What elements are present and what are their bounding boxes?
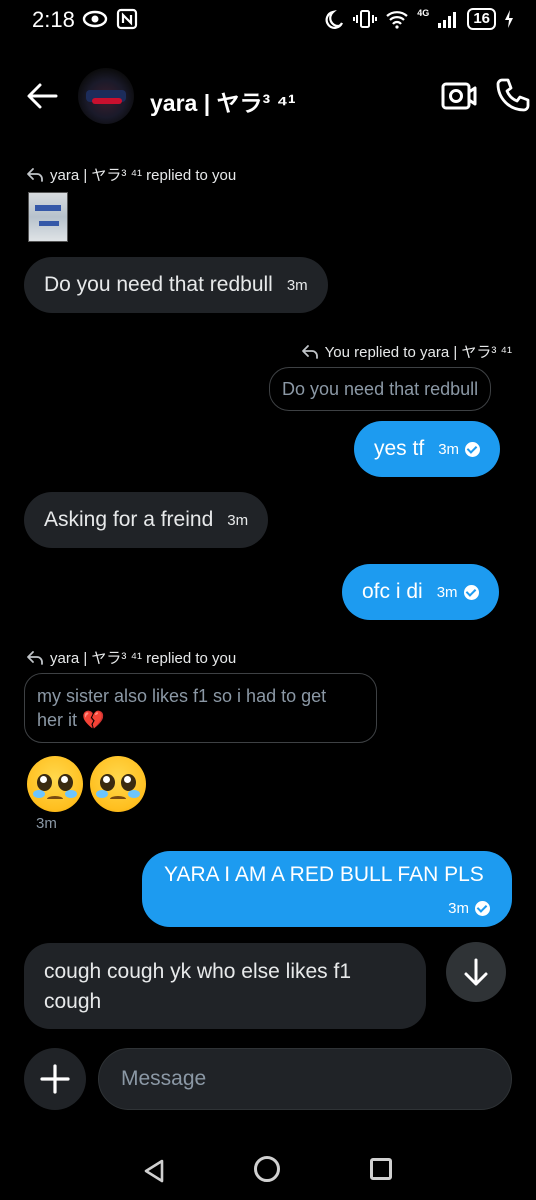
message-bubble-outgoing[interactable]: YARA I AM A RED BULL FAN PLS 3m — [142, 851, 512, 927]
status-time: 2:18 — [32, 7, 75, 32]
message-text-line: cough — [44, 990, 102, 1013]
message-time: 3m — [227, 511, 249, 529]
battery-level: 16 — [467, 8, 496, 30]
message-bubble-incoming[interactable]: Asking for a freind 3m — [24, 492, 269, 548]
message-bubble-outgoing[interactable]: yes tf 3m — [354, 421, 501, 477]
reply-label-text: You replied to yara | ヤラ³ ⁴¹ — [324, 344, 512, 361]
reply-label-text: yara | ヤラ³ ⁴¹ replied to you — [50, 167, 237, 184]
message-text-line: cough cough yk who else likes f1 — [44, 960, 352, 983]
reply-label: yara | ヤラ³ ⁴¹ replied to you — [26, 647, 236, 668]
message-time: 3m — [286, 276, 308, 294]
quoted-text-line: my sister also likes f1 so i had to get — [37, 686, 327, 706]
contact-name[interactable]: yara | ヤラ³ ⁴¹ — [150, 84, 296, 118]
message-time: 3m — [448, 900, 469, 917]
nav-recents-icon[interactable] — [370, 1158, 392, 1180]
quoted-message[interactable]: Do you need that redbull — [269, 367, 492, 411]
pleading-face-emoji[interactable] — [27, 756, 83, 812]
message-time: 3m — [438, 440, 460, 458]
reply-label: You replied to yara | ヤラ³ ⁴¹ — [301, 341, 512, 362]
conversation-header: yara | ヤラ³ ⁴¹ — [0, 62, 536, 132]
message-time: 3m — [36, 815, 57, 832]
charging-icon — [505, 10, 513, 28]
nav-back-icon[interactable] — [142, 1158, 166, 1184]
reply-label-text: yara | ヤラ³ ⁴¹ replied to you — [50, 650, 237, 667]
message-text: Asking for a freind — [44, 508, 214, 531]
message-bubble-incoming[interactable]: cough cough yk who else likes f1 cough — [24, 943, 426, 1029]
vibrate-icon — [353, 10, 378, 28]
network-type: 4G — [417, 8, 430, 18]
arrow-down-icon — [464, 958, 488, 986]
pleading-face-emoji[interactable] — [90, 756, 146, 812]
wifi-icon — [386, 11, 409, 29]
message-text: Do you need that redbull — [44, 273, 273, 296]
read-check-icon — [463, 584, 479, 600]
read-check-icon — [475, 901, 490, 916]
quoted-text: Do you need that redbull — [282, 378, 479, 399]
video-call-icon[interactable] — [440, 78, 478, 114]
avatar[interactable] — [78, 68, 134, 124]
avatar-car-stripe — [92, 98, 122, 104]
moon-icon — [325, 10, 344, 29]
phone-icon[interactable] — [494, 76, 530, 116]
back-arrow-icon[interactable] — [22, 76, 62, 116]
nfc-icon — [116, 8, 138, 30]
image-thumbnail[interactable] — [28, 192, 68, 242]
system-nav-bar — [0, 1140, 536, 1200]
status-right-icons: 4G 16 — [325, 8, 514, 30]
status-left-icons — [82, 8, 138, 30]
reply-arrow-icon — [27, 167, 43, 182]
quoted-text-line: her it 💔 — [37, 710, 105, 730]
reply-arrow-icon — [27, 650, 43, 665]
reply-label: yara | ヤラ³ ⁴¹ replied to you — [26, 164, 236, 185]
scroll-to-bottom-button[interactable] — [446, 942, 506, 1002]
message-text: yes tf — [374, 437, 425, 460]
message-bubble-incoming[interactable]: Do you need that redbull 3m — [24, 257, 328, 313]
message-text: YARA I AM A RED BULL FAN PLS — [164, 863, 484, 886]
message-input[interactable] — [98, 1048, 512, 1110]
message-text: ofc i di — [362, 580, 423, 603]
reply-arrow-icon — [301, 344, 318, 359]
message-bubble-outgoing[interactable]: ofc i di 3m — [342, 564, 499, 620]
message-time: 3m — [436, 583, 458, 601]
eye-icon — [82, 10, 108, 28]
read-check-icon — [465, 441, 481, 457]
signal-icon — [438, 12, 457, 28]
plus-icon — [40, 1064, 70, 1094]
add-attachment-button[interactable] — [24, 1048, 86, 1110]
status-bar: 2:18 4G 16 — [0, 0, 536, 44]
quoted-message[interactable]: my sister also likes f1 so i had to get … — [24, 673, 377, 743]
nav-home-icon[interactable] — [254, 1156, 280, 1182]
